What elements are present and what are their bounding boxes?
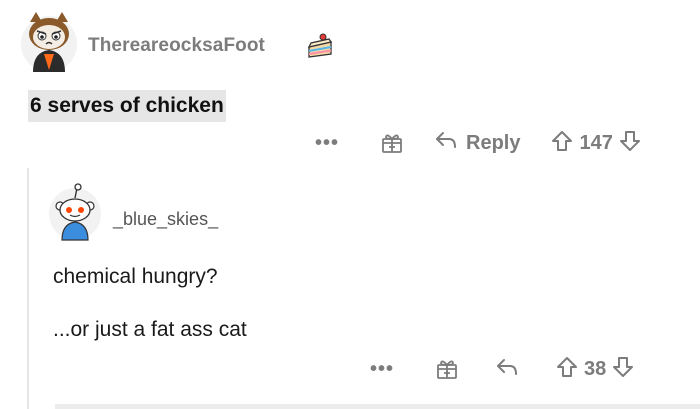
comment-author[interactable]: _blue_skies_ (113, 209, 218, 230)
award-gift-icon[interactable] (380, 131, 404, 155)
reply-button[interactable] (495, 357, 519, 382)
reply-arrow-icon (434, 130, 458, 156)
downvote-button[interactable] (618, 129, 642, 158)
reply-label: Reply (466, 131, 521, 154)
user-avatar-snoo[interactable] (48, 182, 102, 242)
more-options-button[interactable]: ••• (310, 133, 344, 153)
comment-actions: ••• 38 (365, 354, 635, 384)
upvote-arrow-icon (555, 355, 579, 384)
thread-line[interactable] (27, 168, 29, 409)
award-gift-icon[interactable] (435, 357, 459, 381)
reply-arrow-icon (495, 357, 519, 382)
vote-count: 147 (579, 131, 613, 154)
more-options-button[interactable]: ••• (365, 359, 399, 379)
user-avatar-owl[interactable] (20, 10, 78, 74)
comment-actions: ••• Reply 147 (310, 128, 642, 158)
next-comment-divider (55, 404, 700, 409)
upvote-button[interactable] (550, 129, 574, 158)
downvote-arrow-icon (611, 355, 635, 384)
upvote-button[interactable] (555, 355, 579, 384)
upvote-arrow-icon (550, 129, 574, 158)
downvote-arrow-icon (618, 129, 642, 158)
downvote-button[interactable] (611, 355, 635, 384)
comment-author[interactable]: ThereareocksaFoot (88, 35, 265, 57)
comment-body: 6 serves of chicken (28, 90, 226, 122)
reply-button[interactable]: Reply (434, 130, 520, 156)
comment-body-line: ...or just a fat ass cat (53, 318, 247, 341)
cake-day-icon (305, 30, 335, 60)
vote-count: 38 (584, 357, 607, 380)
comment-thread: ThereareocksaFoot 6 serves of chicken ••… (0, 0, 700, 409)
comment-body-line: chemical hungry? (53, 265, 218, 288)
